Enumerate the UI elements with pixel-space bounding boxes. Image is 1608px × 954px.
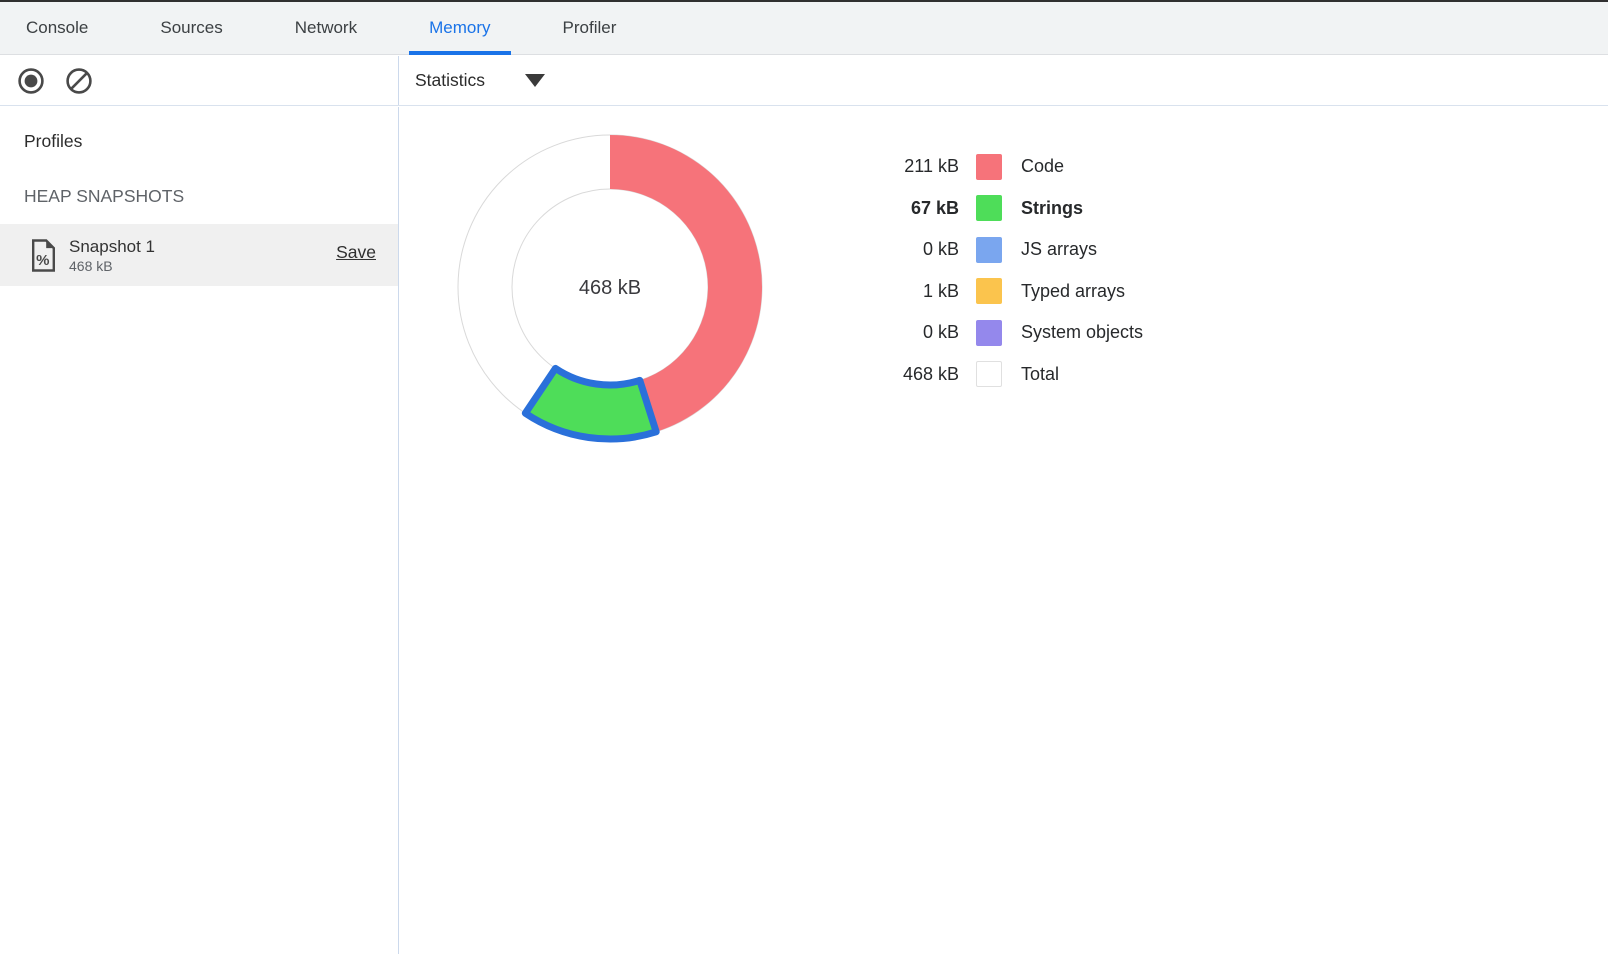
snapshot-item[interactable]: % Snapshot 1468 kB Save (0, 224, 398, 286)
legend-label: Strings (1021, 198, 1083, 219)
heap-snapshot-file-icon: % (30, 239, 57, 272)
tab-network[interactable]: Network (275, 2, 377, 54)
legend-item-code[interactable]: 211 kB Code (857, 146, 1143, 188)
chart-center-label: 468 kB (579, 277, 641, 299)
record-button[interactable] (16, 66, 46, 96)
heap-snapshots-heading: HEAP SNAPSHOTS (0, 186, 398, 207)
tab-memory[interactable]: Memory (409, 2, 510, 54)
legend-swatch-icon (976, 361, 1002, 387)
legend-item-js-arrays[interactable]: 0 kB JS arrays (857, 229, 1143, 271)
legend-label: Total (1021, 364, 1059, 385)
record-icon (16, 66, 46, 96)
tab-bar-tabs: Console Sources Network Memory Profiler (6, 2, 636, 54)
toolbar: Statistics (0, 56, 1608, 106)
legend-item-total[interactable]: 468 kB Total (857, 354, 1143, 396)
legend-swatch-icon (976, 195, 1002, 221)
chart-legend: 211 kB Code 67 kB Strings 0 kB JS arrays 1 kB T… (857, 146, 1143, 395)
legend-label: System objects (1021, 322, 1143, 343)
legend-label: Code (1021, 156, 1064, 177)
snapshot-list: % Snapshot 1468 kB Save (0, 224, 398, 286)
profiles-heading: Profiles (0, 131, 398, 152)
legend-value: 1 kB (857, 281, 959, 302)
legend-item-system-objects[interactable]: 0 kB System objects (857, 312, 1143, 354)
legend-swatch-icon (976, 278, 1002, 304)
clear-button[interactable] (64, 66, 94, 96)
statistics-view: 468 kB 211 kB Code 67 kB Strings 0 kB JS arra… (399, 107, 1608, 954)
tab-bar: Console Sources Network Memory Profiler (0, 2, 1608, 55)
view-selector-label: Statistics (415, 70, 485, 91)
tab-console[interactable]: Console (6, 2, 108, 54)
clear-icon (64, 66, 94, 96)
profiles-sidebar: Profiles HEAP SNAPSHOTS % Snapshot 1468 k… (0, 107, 399, 954)
legend-item-strings[interactable]: 67 kB Strings (857, 188, 1143, 230)
snapshot-size: 468 kB (69, 258, 155, 275)
tab-sources[interactable]: Sources (140, 2, 242, 54)
view-selector-dropdown[interactable]: Statistics (415, 70, 545, 91)
snapshot-text: Snapshot 1468 kB (69, 236, 155, 275)
save-link[interactable]: Save (336, 242, 376, 263)
legend-value: 211 kB (857, 156, 959, 177)
legend-item-typed-arrays[interactable]: 1 kB Typed arrays (857, 271, 1143, 313)
devtools-window: Console Sources Network Memory Profiler Stat… (0, 0, 1608, 954)
svg-text:%: % (36, 252, 49, 269)
snapshot-name: Snapshot 1 (69, 236, 155, 258)
legend-swatch-icon (976, 237, 1002, 263)
panel-body: Profiles HEAP SNAPSHOTS %Snapshot 1468 k… (0, 107, 1608, 954)
profiler-toolbar (0, 56, 399, 105)
legend-value: 468 kB (857, 364, 959, 385)
legend-swatch-icon (976, 154, 1002, 180)
donut-chart: 468 kB (420, 97, 800, 477)
legend-value: 0 kB (857, 322, 959, 343)
legend-label: Typed arrays (1021, 281, 1125, 302)
legend-value: 0 kB (857, 239, 959, 260)
slice-strings[interactable] (525, 368, 656, 439)
dropdown-triangle-icon (525, 74, 545, 87)
legend-label: JS arrays (1021, 239, 1097, 260)
legend-swatch-icon (976, 320, 1002, 346)
tab-profiler[interactable]: Profiler (543, 2, 637, 54)
legend-value: 67 kB (857, 198, 959, 219)
